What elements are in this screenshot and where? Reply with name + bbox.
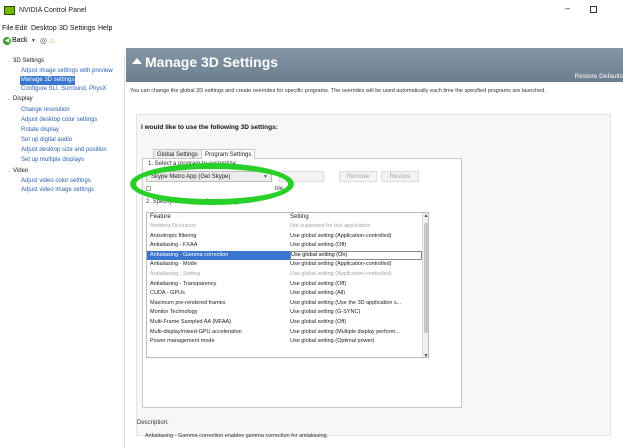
tree-item-desktop-size[interactable]: Adjust desktop size and position [20,146,108,155]
setting-cell: Use global setting (Off) [290,242,347,249]
tree-item-change-resolution[interactable]: Change resolution [20,106,71,115]
tree-item-video-image[interactable]: Adjust video image settings [20,186,95,195]
description-text: Antialiasing - Gamma correction enables … [145,433,329,439]
page-title: Manage 3D Settings [145,54,279,70]
feature-cell: Multi-Frame Sampled AA (MFAA) [150,319,231,325]
setting-dropdown[interactable]: Use global setting (On) [290,250,422,260]
table-row[interactable]: Antialiasing - Transparency Use global se… [147,280,424,289]
main-panel: Manage 3D Settings Restore Defaults You … [126,48,623,448]
table-row[interactable]: Power management mode Use global setting … [147,337,424,346]
table-row[interactable]: Multi-display/mixed-GPU acceleration Use … [147,328,424,337]
title-bar: NVIDIA Control Panel – [0,0,623,22]
scroll-up-icon[interactable]: ▲ [423,213,428,219]
table-row[interactable]: Anisotropic filtering Use global setting … [147,232,424,241]
setting-cell: Use global setting (Off) [290,280,347,287]
feature-cell: Monitor Technology [150,309,198,316]
setting-cell: Use global setting (G-SYNC) [290,309,361,316]
restore-button[interactable]: Restore [381,171,419,182]
toolbar: ◀ Back ▼ ◎ ⌂ [0,36,623,48]
scroll-down-icon[interactable]: ▼ [423,353,428,357]
column-header-setting: Setting [290,214,309,220]
feature-cell: Antialiasing - Mode [150,261,197,268]
feature-cell: Antialiasing - Setting [150,271,201,277]
maximize-button[interactable] [590,6,597,13]
feature-cell: Multi-display/mixed-GPU acceleration [150,328,242,335]
step2-label: 2. Specify the settings for this program… [146,199,251,205]
setting-cell: Use global setting (Optimal power) [290,338,375,345]
menu-file[interactable]: File [2,25,13,32]
restore-defaults-link[interactable]: Restore Defaults [575,73,623,80]
home-icon[interactable]: ⌂ [50,36,55,45]
program-settings-content: 1. Select a program to customize: Skype … [142,158,462,408]
show-programs-checkbox[interactable] [146,186,151,191]
setting-cell: Use global setting (Application-controll… [290,271,392,277]
header-arrow-icon [132,58,142,64]
menu-help[interactable]: Help [98,25,112,32]
tab-program-settings[interactable]: Program Settings [201,149,256,159]
scrollbar-thumb[interactable] [424,223,428,333]
tree-category-display[interactable]: – Display [8,96,33,102]
tree-item-rotate-display[interactable]: Rotate display [20,126,60,135]
intro-text: You can change the global 3D settings an… [130,88,546,94]
nvidia-logo-icon [4,6,15,15]
program-select-value: Skype Metro App (Get Skype) [151,174,231,180]
remove-button[interactable]: Remove [339,171,377,182]
setting-cell: Use global setting (Application-controll… [290,261,392,268]
feature-cell: Antialiasing - Transparency [150,280,217,287]
table-row[interactable]: Antialiasing - FXAA Use global setting (O… [147,241,424,250]
setting-cell: Use global setting (Use the 3D applicati… [290,299,402,306]
settings-table: Feature Setting Ambient Occlusion Not sup… [146,212,429,358]
tree-item-video-color[interactable]: Adjust video color settings [20,177,92,186]
tree-item-configure-sli[interactable]: Configure SLI, Surround, PhysX [20,85,107,94]
checkbox-label: ble [275,186,284,192]
window-title: NVIDIA Control Panel [19,7,87,14]
tree-item-adjust-image-settings[interactable]: Adjust image settings with preview [20,67,114,76]
program-select[interactable]: Skype Metro App (Get Skype) ▼ [146,171,272,182]
table-row[interactable]: Antialiasing - Setting Use global setting… [147,270,424,279]
table-row[interactable]: Antialiasing - Mode Use global setting (A… [147,260,424,269]
description-label: Description: [137,420,169,426]
tree-item-digital-audio[interactable]: Set up digital audio [20,136,73,145]
refresh-icon[interactable]: ◎ [40,36,47,45]
table-scrollbar[interactable]: ▲ ▼ [422,213,428,357]
back-dropdown-icon[interactable]: ▼ [31,38,36,44]
column-header-feature: Feature [150,214,171,220]
table-row[interactable]: Monitor Technology Use global setting (G-… [147,308,424,317]
feature-cell: Antialiasing - Gamma correction [150,251,229,258]
table-row[interactable]: Maximum pre-rendered frames Use global se… [147,299,424,308]
setting-cell: Not supported for this application [290,223,371,229]
menu-edit[interactable]: Edit [15,25,27,32]
setting-cell: Use global setting (Application-controll… [290,232,392,239]
task-tree: –3D Settings Adjust image settings with … [0,55,125,448]
tree-item-manage-3d-settings[interactable]: Manage 3D settings [20,76,76,85]
chevron-down-icon: ▼ [263,174,268,180]
minimize-button[interactable]: – [565,3,570,13]
tree-item-multiple-displays[interactable]: Set up multiple displays [20,156,85,165]
menu-desktop[interactable]: Desktop [31,25,57,32]
feature-cell: Ambient Occlusion [150,223,196,229]
feature-cell: Antialiasing - FXAA [150,242,198,249]
add-program-button[interactable] [279,171,324,182]
setting-cell: Use global setting (Multiple display per… [290,328,400,335]
menu-3d-settings[interactable]: 3D Settings [59,25,95,32]
setting-cell: Use global setting (All) [290,290,346,297]
tree-category-3d-settings[interactable]: –3D Settings [8,58,44,64]
table-row[interactable]: Multi-Frame Sampled AA (MFAA) Use global … [147,318,424,327]
back-button[interactable]: Back [12,37,28,44]
back-arrow-icon[interactable]: ◀ [3,37,11,45]
feature-cell: Anisotropic filtering [150,232,197,239]
tree-item-desktop-color[interactable]: Adjust desktop color settings [20,116,98,125]
table-row[interactable]: CUDA - GPUs Use global setting (All) [147,289,424,298]
step1-label: 1. Select a program to customize: [148,161,238,167]
feature-cell: Power management mode [150,338,215,345]
setting-cell: Use global setting (Off) [290,319,347,325]
page-header: Manage 3D Settings Restore Defaults [126,48,623,82]
feature-cell: Maximum pre-rendered frames [150,299,226,306]
table-row[interactable]: Antialiasing - Gamma correction Use globa… [147,250,424,260]
feature-cell: CUDA - GPUs [150,290,185,297]
tree-category-video[interactable]: – Video [8,168,28,174]
table-row[interactable]: Ambient Occlusion Not supported for this … [147,222,424,231]
section-title: I would like to use the following 3D set… [141,124,278,131]
